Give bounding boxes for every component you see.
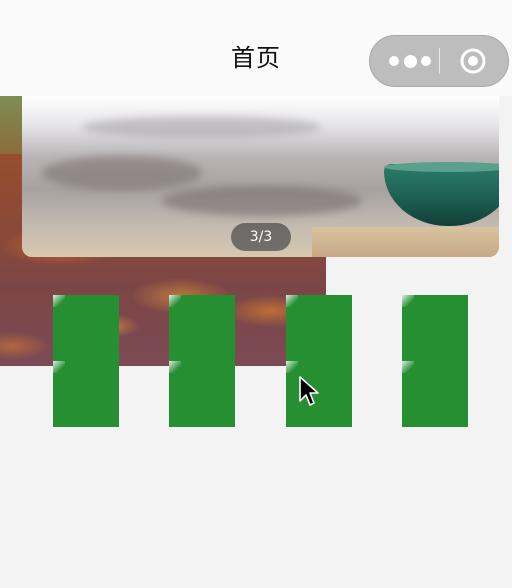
grid-tile[interactable] [53, 295, 119, 361]
target-circle-icon[interactable] [459, 47, 487, 75]
grid-tile[interactable] [169, 295, 235, 361]
grid-tile[interactable] [169, 361, 235, 427]
carousel-indicator: 3/3 [231, 223, 291, 251]
banner-bowl [384, 164, 499, 226]
navigation-bar: 首页 [0, 0, 512, 96]
grid-tile[interactable] [286, 295, 352, 361]
capsule-divider [439, 48, 440, 74]
mouse-cursor-icon [299, 376, 319, 406]
grid-tile[interactable] [53, 361, 119, 427]
banner-table-surface [312, 227, 499, 257]
banner-fabric-fold [162, 186, 362, 216]
banner-fabric-fold [82, 116, 322, 138]
grid-tile[interactable] [402, 295, 468, 361]
miniprogram-capsule [369, 35, 509, 87]
more-dots-icon[interactable] [389, 53, 431, 69]
carousel-banner[interactable]: 3/3 [22, 96, 499, 257]
banner-fabric-fold [42, 156, 202, 190]
background-photo-edge [0, 96, 22, 154]
grid-tile[interactable] [402, 361, 468, 427]
